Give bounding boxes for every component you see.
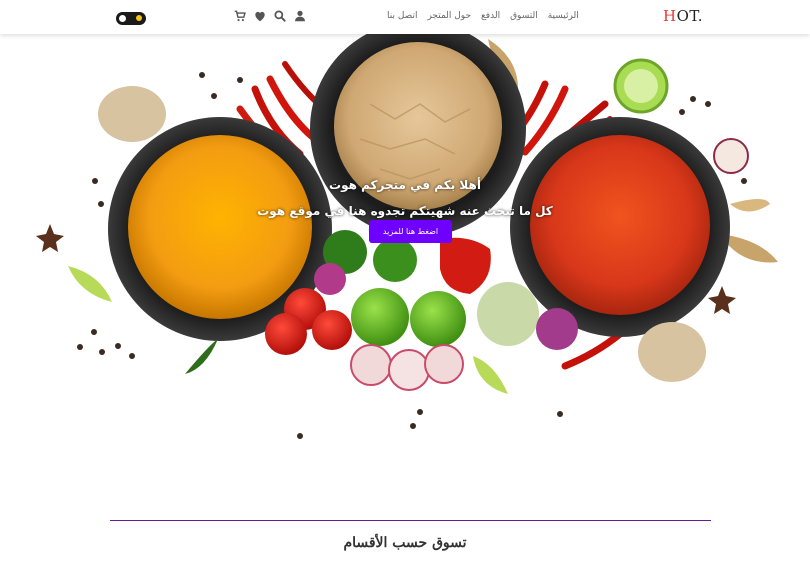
toggle-knob [119, 15, 126, 22]
section-title: تسوق حسب الأقسام [343, 535, 467, 551]
logo-text: HOT. [663, 7, 703, 25]
hero-section: أهلا بكم في متجركم هوت كل ما تبحث عنه شه… [0, 34, 810, 454]
spices-hero-image [36, 34, 778, 439]
site-logo[interactable]: HOT. [663, 7, 703, 25]
hero-subtitle: كل ما تبحث عنه شهيتكم تجدوه هنا في موقع … [257, 204, 553, 218]
search-icon[interactable] [273, 9, 287, 23]
moon-icon [136, 15, 142, 21]
hero-title: أهلا بكم في متجركم هوت [329, 178, 481, 192]
nav-home[interactable]: الرئيسية [548, 11, 579, 21]
nav-checkout[interactable]: الدفع [481, 11, 500, 21]
cart-icon[interactable] [233, 9, 247, 23]
top-navbar: الرئيسية التسوق الدفع حول المتجر اتصل بن… [0, 0, 810, 34]
section-divider [110, 520, 711, 521]
heart-icon[interactable] [253, 9, 267, 23]
theme-toggle[interactable] [116, 12, 146, 25]
more-button[interactable]: اضغط هنا للمزيد [369, 220, 452, 243]
main-nav: الرئيسية التسوق الدفع حول المتجر اتصل بن… [387, 11, 579, 21]
header-icons [233, 9, 307, 23]
nav-contact[interactable]: اتصل بنا [387, 11, 417, 21]
user-icon[interactable] [293, 9, 307, 23]
nav-about[interactable]: حول المتجر [427, 11, 471, 21]
nav-shop[interactable]: التسوق [510, 11, 538, 21]
